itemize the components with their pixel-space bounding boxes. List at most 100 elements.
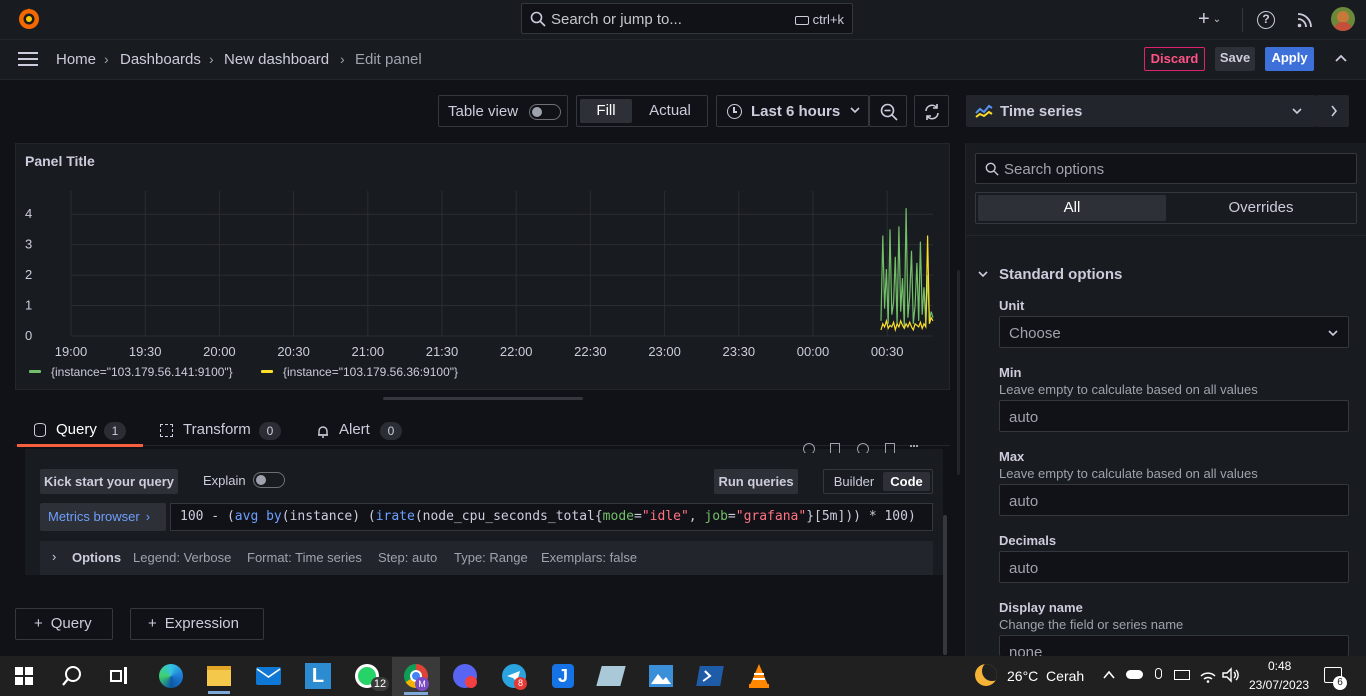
l-app-icon[interactable]: L <box>305 663 331 689</box>
add-expression-button[interactable]: + Expression <box>130 608 264 640</box>
x-tick-label: 20:00 <box>203 344 236 359</box>
min-input[interactable]: auto <box>999 400 1349 432</box>
tab-transform[interactable]: Transform 0 <box>155 412 290 447</box>
chevron-down-icon <box>850 103 860 117</box>
decimals-label: Decimals <box>999 533 1057 548</box>
builder-label: Builder <box>833 474 875 489</box>
time-range-picker[interactable]: Last 6 hours <box>716 95 869 127</box>
metrics-browser-button[interactable]: Metrics browser › <box>40 503 166 531</box>
breadcrumb-home[interactable]: Home <box>56 51 96 68</box>
run-queries-button[interactable]: Run queries <box>714 469 798 494</box>
taskbar-search-icon[interactable] <box>61 665 83 687</box>
windows-start-icon[interactable] <box>15 667 33 685</box>
options-search-input[interactable]: Search options <box>975 153 1357 184</box>
file-explorer-icon[interactable] <box>207 666 231 686</box>
x-tick-label: 21:30 <box>426 344 459 359</box>
tab-alert[interactable]: Alert 0 <box>310 412 410 447</box>
breadcrumb-dashboards[interactable]: Dashboards <box>120 51 201 68</box>
explain-switch[interactable] <box>253 472 285 488</box>
actual-option[interactable]: Actual <box>639 99 701 123</box>
display-name-description: Change the field or series name <box>999 617 1184 632</box>
legend-item[interactable]: {instance="103.179.56.36:9100"} <box>283 365 458 379</box>
x-tick-label: 00:30 <box>871 344 904 359</box>
onedrive-cloud-icon[interactable] <box>1126 670 1143 679</box>
tab-query[interactable]: Query 1 <box>17 412 143 447</box>
search-bar[interactable]: Search or jump to... ctrl+k <box>521 3 853 34</box>
top-bar: Search or jump to... ctrl+k + ⌄ ? <box>0 0 1366 40</box>
jira-like-icon[interactable]: J <box>552 664 574 688</box>
expr-fn: irate <box>375 509 415 524</box>
discord-icon[interactable] <box>453 664 477 688</box>
news-feed-icon[interactable] <box>1297 12 1313 28</box>
photos-icon[interactable] <box>649 665 673 687</box>
zoom-out-button[interactable] <box>869 95 907 127</box>
add-query-label: Query <box>50 615 92 632</box>
powershell-icon[interactable] <box>696 666 724 686</box>
standard-options-header[interactable]: Standard options <box>975 265 1355 285</box>
edge-icon[interactable] <box>159 664 183 688</box>
keyboard-icon <box>794 16 809 26</box>
max-input[interactable]: auto <box>999 484 1349 516</box>
min-label: Min <box>999 365 1022 380</box>
clock-date[interactable]: 23/07/2023 <box>1249 678 1309 692</box>
code-option[interactable]: Code <box>883 472 930 491</box>
wifi-icon[interactable] <box>1199 667 1217 683</box>
query-action-icon[interactable] <box>910 445 918 453</box>
fill-option[interactable]: Fill <box>580 99 632 123</box>
battery-icon[interactable] <box>1174 670 1190 680</box>
microphone-icon[interactable] <box>1155 668 1162 679</box>
active-indicator <box>404 692 428 695</box>
options-pane-toggle-button[interactable] <box>1316 95 1349 127</box>
menu-icon[interactable] <box>18 52 38 68</box>
help-icon[interactable]: ? <box>1257 11 1275 29</box>
weather-moon-icon <box>975 664 997 686</box>
unit-label: Unit <box>999 298 1025 313</box>
clock-time[interactable]: 0:48 <box>1268 659 1291 673</box>
query-editor-area: Kick start your query Explain Run querie… <box>15 443 950 656</box>
table-view-switch[interactable] <box>529 104 561 120</box>
volume-icon[interactable] <box>1222 667 1240 683</box>
unit-select[interactable]: Choose <box>999 316 1349 348</box>
tab-all[interactable]: All <box>978 195 1166 221</box>
weather-text[interactable]: 26°C Cerah <box>1007 668 1084 684</box>
task-view-icon[interactable] <box>110 667 128 684</box>
collapse-chevron-up-icon[interactable] <box>1334 52 1348 66</box>
display-name-input[interactable]: none <box>999 635 1349 656</box>
save-button[interactable]: Save <box>1215 47 1255 71</box>
query-action-icon[interactable] <box>830 443 840 453</box>
query-expression-input[interactable]: 100 - (avg by(instance) (irate(node_cpu_… <box>170 503 933 531</box>
task-view-frame <box>110 670 122 682</box>
tray-chevron-up-icon[interactable] <box>1102 669 1116 681</box>
query-action-icon[interactable] <box>857 443 869 453</box>
add-new-button[interactable]: + ⌄ <box>1198 9 1228 30</box>
time-series-chart[interactable]: 0 1 2 3 4 19:00 19:30 20:00 20:30 21:00 21:30 22:00… <box>15 143 950 390</box>
breadcrumb-new-dashboard[interactable]: New dashboard <box>224 51 329 68</box>
visualization-picker[interactable]: Time series <box>966 95 1316 127</box>
discard-button[interactable]: Discard <box>1144 47 1205 71</box>
query-action-icon[interactable] <box>885 443 895 453</box>
scrollbar[interactable] <box>943 515 947 655</box>
tab-overrides[interactable]: Overrides <box>1167 195 1355 221</box>
kick-start-button[interactable]: Kick start your query <box>40 469 178 494</box>
avatar-body <box>1334 22 1352 31</box>
decimals-input[interactable]: auto <box>999 551 1349 583</box>
legend-item[interactable]: {instance="103.179.56.141:9100"} <box>51 365 233 379</box>
query-options-row[interactable]: › Options Legend: Verbose Format: Time s… <box>40 541 933 575</box>
mail-icon[interactable] <box>256 667 281 685</box>
pane-divider[interactable] <box>957 270 960 475</box>
apply-button[interactable]: Apply <box>1265 47 1314 71</box>
user-avatar[interactable] <box>1331 7 1355 31</box>
grafana-logo-icon[interactable] <box>17 7 41 31</box>
query-action-icon[interactable] <box>803 443 815 453</box>
builder-option[interactable]: Builder <box>827 472 881 491</box>
add-query-button[interactable]: + Query <box>15 608 113 640</box>
table-view-toggle[interactable]: Table view <box>438 95 568 127</box>
panel-resize-handle[interactable] <box>383 397 583 400</box>
decimals-placeholder: auto <box>1009 560 1039 577</box>
search-icon <box>530 11 546 27</box>
refresh-button[interactable] <box>914 95 949 127</box>
expr-part <box>258 509 266 524</box>
vlc-icon[interactable] <box>748 663 770 689</box>
breadcrumb-bar: Home › Dashboards › New dashboard › Edit… <box>0 40 1366 80</box>
menu-line <box>18 52 38 54</box>
